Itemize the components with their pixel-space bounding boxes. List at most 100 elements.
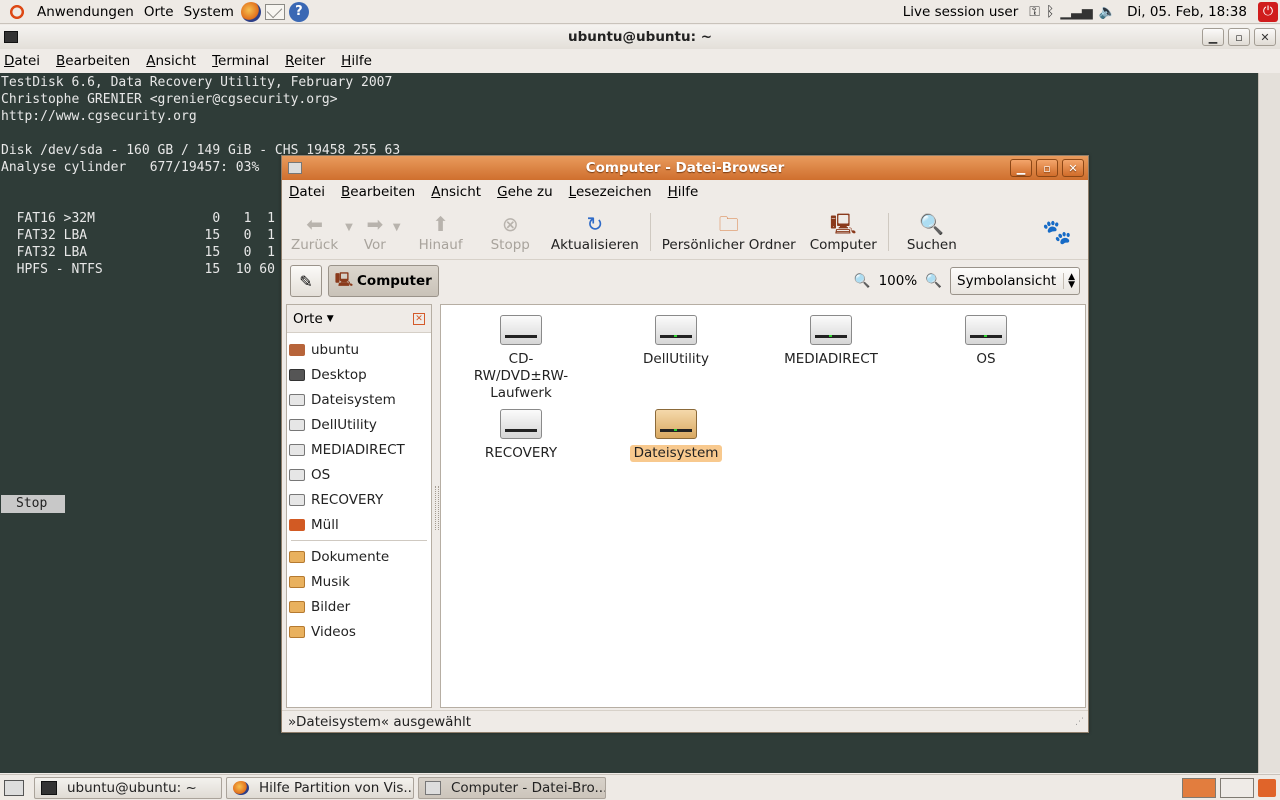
stop-button[interactable]: ⊗ Stopp (477, 205, 544, 259)
bluetooth-icon[interactable]: ᛒ (1046, 4, 1054, 20)
menu-anwendungen[interactable]: Anwendungen (32, 4, 139, 20)
forward-button[interactable]: ➡ Vor (357, 205, 393, 259)
fb-menu-datei[interactable]: Datei (289, 184, 325, 200)
terminal-line: TestDisk 6.6, Data Recovery Utility, Feb… (1, 75, 393, 90)
menu-orte[interactable]: Orte (139, 4, 179, 20)
close-button[interactable]: ✕ (1254, 28, 1276, 46)
sidebar-mode-select[interactable]: Orte (293, 311, 323, 327)
fb-menubar: Datei Bearbeiten Ansicht Gehe zu Lesezei… (282, 180, 1088, 204)
sidebar-item-videos[interactable]: Videos (287, 619, 431, 644)
terminal-menubar: Datei Bearbeiten Ansicht Terminal Reiter… (0, 49, 1280, 73)
menu-system[interactable]: System (179, 4, 239, 20)
user-name[interactable]: Live session user (898, 4, 1024, 20)
sidebar-header[interactable]: Orte ▼ ✕ (287, 305, 431, 333)
sidebar-item-recovery[interactable]: RECOVERY (287, 487, 431, 512)
sidebar-item-dateisystem[interactable]: Dateisystem (287, 387, 431, 412)
drive-icon (655, 409, 697, 439)
system-tray: Live session user ⚿ ᛒ ▁▃▅ 🔈 Di, 05. Feb,… (898, 1, 1280, 22)
back-dropdown-icon[interactable]: ▼ (345, 222, 353, 233)
file-browser-window-icon[interactable] (288, 162, 302, 174)
drive-icon (289, 493, 305, 506)
zoom-in-icon[interactable]: 🔍 (925, 273, 942, 289)
sidebar-item-dellutility[interactable]: DellUtility (287, 412, 431, 437)
file-item-os[interactable]: OS (926, 305, 1046, 368)
minimize-button[interactable]: ▁ (1202, 28, 1224, 46)
home-button[interactable]: 🗀 Persönlicher Ordner (655, 205, 803, 259)
taskbar-item-firefox[interactable]: Hilfe Partition von Vis... (226, 776, 414, 799)
back-button[interactable]: ⬅ Zurück (284, 205, 345, 259)
toolbar-separator (887, 212, 889, 251)
close-sidebar-icon[interactable]: ✕ (413, 312, 425, 325)
terminal-line: http://www.cgsecurity.org (1, 109, 197, 124)
fb-menu-hilfe[interactable]: Hilfe (668, 184, 699, 200)
toggle-location-edit-button[interactable]: ✎ (290, 265, 322, 297)
clock[interactable]: Di, 05. Feb, 18:38 (1122, 4, 1252, 20)
fb-menu-ansicht[interactable]: Ansicht (431, 184, 481, 200)
terminal-menu-reiter[interactable]: Reiter (285, 53, 325, 69)
path-button-computer[interactable]: 🖳 Computer (328, 265, 439, 297)
fb-menu-gehe-zu[interactable]: Gehe zu (497, 184, 553, 200)
trash-applet-icon[interactable] (1258, 778, 1276, 797)
search-icon: 🔍 (919, 211, 945, 236)
power-icon[interactable]: ⏻ (1258, 1, 1278, 22)
file-item-cd-drive[interactable]: CD-RW/DVD±RW-Laufwerk (461, 305, 581, 402)
zoom-out-icon[interactable]: 🔍 (854, 273, 871, 289)
forward-dropdown-icon[interactable]: ▼ (393, 222, 401, 233)
file-item-recovery[interactable]: RECOVERY (461, 399, 581, 462)
status-text: »Dateisystem« ausgewählt (288, 713, 472, 730)
help-icon[interactable]: ? (288, 1, 309, 22)
sidebar-item-musik[interactable]: Musik (287, 569, 431, 594)
sidebar-item-ubuntu[interactable]: ubuntu (287, 337, 431, 362)
terminal-window-icon[interactable] (4, 31, 18, 43)
up-arrow-icon: ⬆ (432, 211, 449, 236)
maximize-button[interactable]: ▫ (1228, 28, 1250, 46)
sidebar-item-bilder[interactable]: Bilder (287, 594, 431, 619)
file-browser-titlebar[interactable]: Computer - Datei-Browser ▁ ▫ ✕ (282, 156, 1088, 180)
fb-menu-bearbeiten[interactable]: Bearbeiten (341, 184, 415, 200)
top-panel: Anwendungen Orte System ? Live session u… (0, 0, 1280, 24)
computer-button[interactable]: 🖳 Computer (803, 205, 884, 259)
ubuntu-logo-icon[interactable] (6, 0, 28, 23)
workspace-2[interactable] (1220, 777, 1254, 798)
workspace-1[interactable] (1182, 777, 1216, 798)
volume-icon[interactable]: 🔈 (1099, 4, 1116, 20)
zoom-level[interactable]: 100% (879, 273, 918, 289)
mail-icon[interactable] (264, 3, 285, 20)
fb-menu-lesezeichen[interactable]: Lesezeichen (569, 184, 652, 200)
terminal-menu-datei[interactable]: Datei (4, 53, 40, 69)
taskbar-item-file-browser[interactable]: Computer - Datei-Bro... (418, 776, 606, 799)
terminal-scrollbar[interactable] (1258, 73, 1280, 773)
terminal-menu-ansicht[interactable]: Ansicht (146, 53, 196, 69)
fb-close-button[interactable]: ✕ (1062, 159, 1084, 177)
network-icon[interactable]: ▁▃▅ (1060, 4, 1092, 20)
file-item-mediadirect[interactable]: MEDIADIRECT (771, 305, 891, 368)
drive-icon (965, 315, 1007, 345)
sidebar-item-os[interactable]: OS (287, 462, 431, 487)
search-button[interactable]: 🔍 Suchen (893, 205, 971, 259)
keys-icon[interactable]: ⚿ (1029, 4, 1040, 20)
sidebar-item-mediadirect[interactable]: MEDIADIRECT (287, 437, 431, 462)
up-button[interactable]: ⬆ Hinauf (405, 205, 477, 259)
sidebar-item-desktop[interactable]: Desktop (287, 362, 431, 387)
icon-view[interactable]: CD-RW/DVD±RW-Laufwerk DellUtility MEDIAD… (440, 304, 1086, 708)
testdisk-stop-button[interactable]: Stop (1, 495, 65, 513)
fb-minimize-button[interactable]: ▁ (1010, 159, 1032, 177)
terminal-menu-bearbeiten[interactable]: Bearbeiten (56, 53, 130, 69)
sidebar-item-trash[interactable]: Müll (287, 512, 431, 537)
firefox-icon[interactable] (240, 1, 261, 22)
pane-resize-handle[interactable] (435, 486, 439, 530)
taskbar-item-terminal[interactable]: ubuntu@ubuntu: ~ (34, 776, 222, 799)
sidebar-item-dokumente[interactable]: Dokumente (287, 544, 431, 569)
file-item-dateisystem[interactable]: Dateisystem (616, 399, 736, 462)
terminal-titlebar[interactable]: ubuntu@ubuntu: ~ ▁ ▫ ✕ (0, 25, 1280, 49)
resize-grip-icon[interactable]: ⋰ (1075, 717, 1084, 727)
forward-arrow-icon: ➡ (366, 211, 384, 236)
reload-button[interactable]: ↻ Aktualisieren (544, 205, 646, 259)
terminal-menu-hilfe[interactable]: Hilfe (341, 53, 372, 69)
chevron-down-icon[interactable]: ▼ (327, 314, 334, 324)
fb-maximize-button[interactable]: ▫ (1036, 159, 1058, 177)
terminal-menu-terminal[interactable]: Terminal (212, 53, 269, 69)
show-desktop-icon[interactable] (4, 779, 24, 796)
view-mode-select[interactable]: Symbolansicht ▲ ▼ (950, 267, 1080, 295)
file-item-dellutility[interactable]: DellUtility (616, 305, 736, 368)
